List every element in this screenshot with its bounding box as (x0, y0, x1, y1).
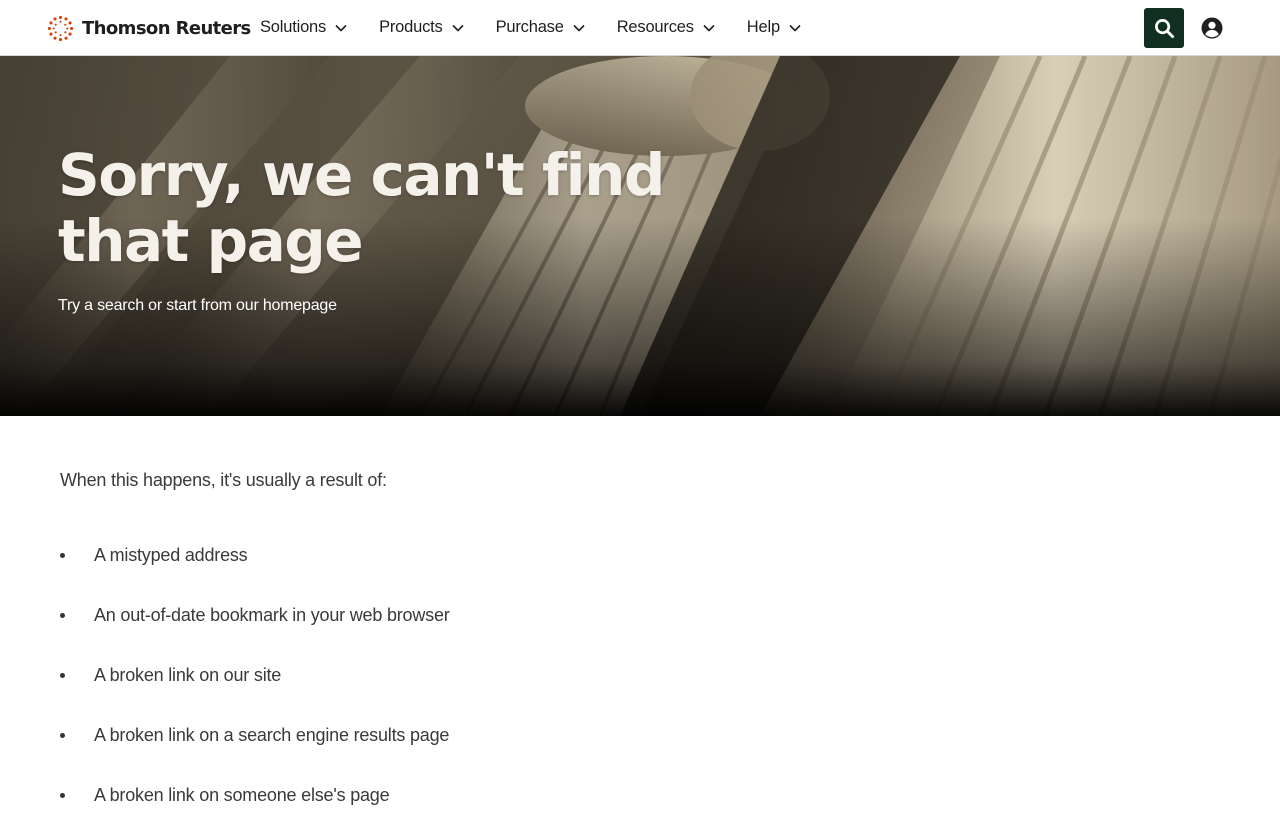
logo-text: Thomson Reuters (82, 17, 251, 39)
nav-label: Solutions (260, 18, 327, 36)
nav-label: Help (746, 18, 780, 36)
chevron-down-icon (335, 24, 347, 32)
user-circle-icon (1201, 17, 1223, 39)
page-title: Sorry, we can't find that page (58, 141, 665, 275)
thomson-reuters-logo[interactable]: Thomson Reuters (47, 14, 251, 42)
nav-label: Purchase (495, 18, 564, 36)
chevron-down-icon (452, 24, 464, 32)
bullet-icon (60, 733, 65, 738)
list-item: A broken link on someone else's page (60, 780, 450, 840)
nav-products[interactable]: Products (379, 18, 464, 37)
search-button[interactable] (1144, 8, 1184, 48)
list-item-text: A broken link on a search engine results… (94, 725, 450, 745)
list-item: A broken link on a search engine results… (60, 720, 450, 780)
search-icon (1154, 18, 1174, 38)
chevron-down-icon (573, 24, 585, 32)
list-item: A mistyped address (60, 540, 450, 600)
nav-purchase[interactable]: Purchase (496, 18, 585, 37)
nav-help[interactable]: Help (747, 18, 801, 37)
intro-text: When this happens, it's usually a result… (60, 470, 387, 490)
list-item-text: A mistyped address (94, 545, 248, 565)
nav-solutions[interactable]: Solutions (260, 18, 347, 37)
chevron-down-icon (703, 24, 715, 32)
nav-label: Products (379, 18, 443, 36)
main-nav: Solutions Products Purchase Resources He… (260, 0, 801, 55)
nav-resources[interactable]: Resources (617, 18, 715, 37)
bullet-icon (60, 613, 65, 618)
account-button[interactable] (1200, 16, 1224, 40)
tr-logo-icon (47, 15, 74, 41)
bullet-icon (60, 793, 65, 798)
causes-list: A mistyped address An out-of-date bookma… (60, 540, 450, 840)
list-item: A broken link on our site (60, 660, 450, 720)
bullet-icon (60, 553, 65, 558)
nav-label: Resources (616, 18, 694, 36)
list-item-text: An out-of-date bookmark in your web brow… (94, 605, 450, 625)
chevron-down-icon (789, 24, 801, 32)
site-header: Thomson Reuters Solutions Products Purch… (0, 0, 1280, 56)
hero-banner: Sorry, we can't find that page Try a sea… (0, 56, 1280, 416)
list-item-text: A broken link on our site (94, 665, 282, 685)
main-content: When this happens, it's usually a result… (60, 470, 1220, 805)
bullet-icon (60, 673, 65, 678)
list-item-text: A broken link on someone else's page (94, 785, 390, 805)
list-item: An out-of-date bookmark in your web brow… (60, 600, 450, 660)
hero-subtitle: Try a search or start from our homepage (58, 297, 337, 314)
